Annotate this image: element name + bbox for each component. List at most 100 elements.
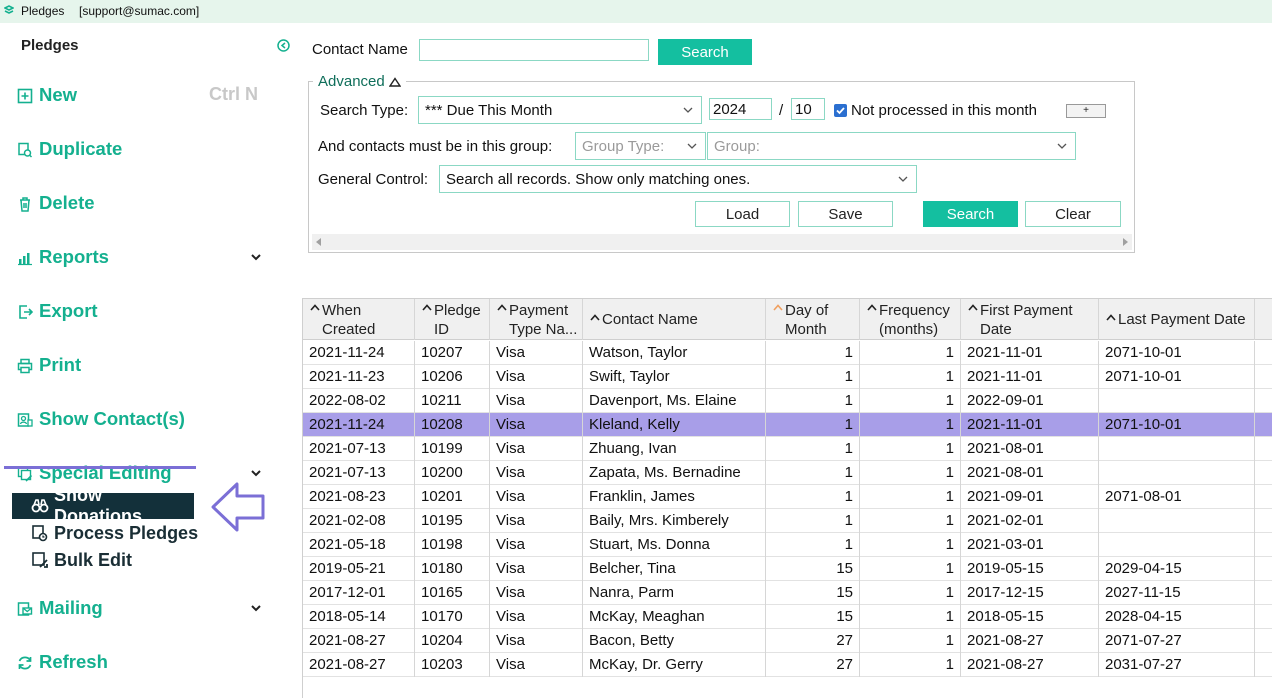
sidebar-item-export[interactable]: Export <box>17 298 98 324</box>
column-header-label: Month <box>785 321 827 338</box>
refresh-icon <box>17 654 33 670</box>
table-row[interactable]: 2021-08-23 10201 Visa Franklin, James 1 1 2021… <box>303 485 1272 509</box>
chevron-down-icon[interactable] <box>249 468 263 478</box>
table-cell <box>1099 437 1255 461</box>
group-select[interactable]: Group: <box>707 132 1076 160</box>
sort-arrow-icon <box>1106 314 1116 321</box>
sidebar-item-reports[interactable]: Reports <box>17 244 109 270</box>
column-header[interactable]: Frequency (months) <box>860 299 961 340</box>
column-header[interactable]: When Created <box>303 299 415 340</box>
table-cell: 2029-04-15 <box>1099 557 1255 581</box>
table-cell: 1 <box>860 533 961 557</box>
sidebar-subitem-bulk-edit[interactable]: Bulk Edit <box>31 548 132 572</box>
table-cell: 10165 <box>415 581 490 605</box>
column-header-label: Frequency <box>879 302 950 319</box>
table-row[interactable]: 2022-08-02 10211 Visa Davenport, Ms. Elaine… <box>303 389 1272 413</box>
search-type-select[interactable]: *** Due This Month <box>418 96 702 124</box>
horizontal-scrollbar[interactable] <box>312 234 1132 250</box>
sort-arrow-icon <box>590 314 600 321</box>
table-cell: McKay, Dr. Gerry <box>583 653 766 677</box>
mailing-icon <box>17 600 33 616</box>
table-cell: 2021-05-18 <box>303 533 415 557</box>
table-row[interactable]: 2019-05-21 10180 Visa Belcher, Tina 15 1 2019-… <box>303 557 1272 581</box>
table-cell: 10207 <box>415 341 490 365</box>
column-header[interactable]: Pledge ID <box>415 299 490 340</box>
chevron-down-icon[interactable] <box>249 252 263 262</box>
not-processed-checkbox[interactable] <box>834 104 847 117</box>
sidebar-item-mailing[interactable]: Mailing <box>17 595 103 621</box>
table-cell: 2017-12-01 <box>303 581 415 605</box>
column-header[interactable]: Payment Type Na... <box>490 299 583 340</box>
table-cell: Visa <box>490 485 583 509</box>
clear-button[interactable]: Clear <box>1025 201 1121 227</box>
scroll-right-icon[interactable] <box>1123 238 1128 246</box>
table-cell: 2021-08-01 <box>961 461 1099 485</box>
general-control-select[interactable]: Search all records. Show only matching o… <box>439 165 917 193</box>
scroll-left-icon[interactable] <box>316 238 321 246</box>
table-row[interactable]: 2021-07-13 10199 Visa Zhuang, Ivan 1 1 2021-08… <box>303 437 1272 461</box>
table-cell: 2021-11-01 <box>961 341 1099 365</box>
column-header[interactable]: Last Payment Date <box>1099 299 1255 340</box>
advanced-search-button[interactable]: Search <box>923 201 1018 227</box>
column-header[interactable]: First Payment Date <box>961 299 1099 340</box>
sidebar-item-delete[interactable]: Delete <box>17 190 95 216</box>
sidebar: Pledges New Ctrl N Duplicate Delete Repo… <box>0 23 290 698</box>
year-input[interactable] <box>709 98 772 120</box>
column-header[interactable]: Contact Name <box>583 299 766 340</box>
table-cell: 10208 <box>415 413 490 437</box>
table-row[interactable]: 2021-11-24 10207 Visa Watson, Taylor 1 1 2021-… <box>303 341 1272 365</box>
contact-name-input[interactable] <box>419 39 649 61</box>
column-header-label: Day of <box>785 302 829 319</box>
table-row[interactable]: 2021-02-08 10195 Visa Baily, Mrs. Kimberely… <box>303 509 1272 533</box>
table-row[interactable]: 2021-07-13 10200 Visa Zapata, Ms. Bernadine… <box>303 461 1272 485</box>
table-row[interactable]: 2018-05-14 10170 Visa McKay, Meaghan 15 1 2018… <box>303 605 1272 629</box>
sidebar-subitem-show-donations[interactable]: Show Donations <box>12 485 194 526</box>
load-button[interactable]: Load <box>695 201 790 227</box>
chevron-down-icon[interactable] <box>249 603 263 613</box>
table-row[interactable]: 2021-08-27 10204 Visa Bacon, Betty 27 1 2021-0… <box>303 629 1272 653</box>
table-row[interactable]: 2021-05-18 10198 Visa Stuart, Ms. Donna 1 1 20… <box>303 533 1272 557</box>
save-button[interactable]: Save <box>798 201 893 227</box>
table-cell: Davenport, Ms. Elaine <box>583 389 766 413</box>
sort-arrow-icon <box>867 304 877 311</box>
table-cell <box>1099 509 1255 533</box>
table-row[interactable]: 2017-12-01 10165 Visa Nanra, Parm 15 1 2017-12… <box>303 581 1272 605</box>
table-cell: 1 <box>766 413 860 437</box>
table-cell: Stuart, Ms. Donna <box>583 533 766 557</box>
table-row[interactable]: 2021-08-27 10203 Visa McKay, Dr. Gerry 27 1 20… <box>303 653 1272 677</box>
sidebar-item-show-contacts[interactable]: Show Contact(s) <box>17 406 185 432</box>
table-row[interactable]: 2021-11-24 10208 Visa Kleland, Kelly 1 1 2021-… <box>303 413 1272 437</box>
sidebar-item-print[interactable]: Print <box>17 352 81 378</box>
sidebar-subitem-process-pledges[interactable]: Process Pledges <box>31 521 198 545</box>
table-cell: Belcher, Tina <box>583 557 766 581</box>
table-cell: 10199 <box>415 437 490 461</box>
table-cell: Kleland, Kelly <box>583 413 766 437</box>
table-cell: Baily, Mrs. Kimberely <box>583 509 766 533</box>
advanced-toggle[interactable]: Advanced <box>313 73 406 90</box>
table-row[interactable]: 2021-11-23 10206 Visa Swift, Taylor 1 1 2021-1… <box>303 365 1272 389</box>
table-cell: 1 <box>860 437 961 461</box>
table-cell <box>1099 389 1255 413</box>
collapse-icon[interactable] <box>277 39 290 52</box>
printer-icon <box>17 357 33 374</box>
search-button[interactable]: Search <box>658 39 752 65</box>
group-type-select[interactable]: Group Type: <box>575 132 706 160</box>
sidebar-item-special-editing[interactable]: Special Editing <box>17 460 172 486</box>
add-criteria-button[interactable]: + <box>1066 104 1106 118</box>
table-cell: Visa <box>490 509 583 533</box>
month-input[interactable] <box>791 98 825 120</box>
sidebar-item-refresh[interactable]: Refresh <box>17 649 108 675</box>
sidebar-item-duplicate[interactable]: Duplicate <box>17 136 122 162</box>
duplicate-icon <box>17 141 33 158</box>
table-cell: Visa <box>490 461 583 485</box>
sort-arrow-icon <box>422 304 432 311</box>
table-cell: 2021-09-01 <box>961 485 1099 509</box>
table-cell: 1 <box>860 461 961 485</box>
sidebar-item-new[interactable]: New <box>17 82 77 108</box>
table-cell: 2021-08-27 <box>961 629 1099 653</box>
table-cell: 1 <box>860 389 961 413</box>
column-header[interactable]: Day of Month <box>766 299 860 340</box>
general-control-value: Search all records. Show only matching o… <box>446 171 751 188</box>
bar-chart-icon <box>17 249 33 266</box>
table-cell: Visa <box>490 557 583 581</box>
